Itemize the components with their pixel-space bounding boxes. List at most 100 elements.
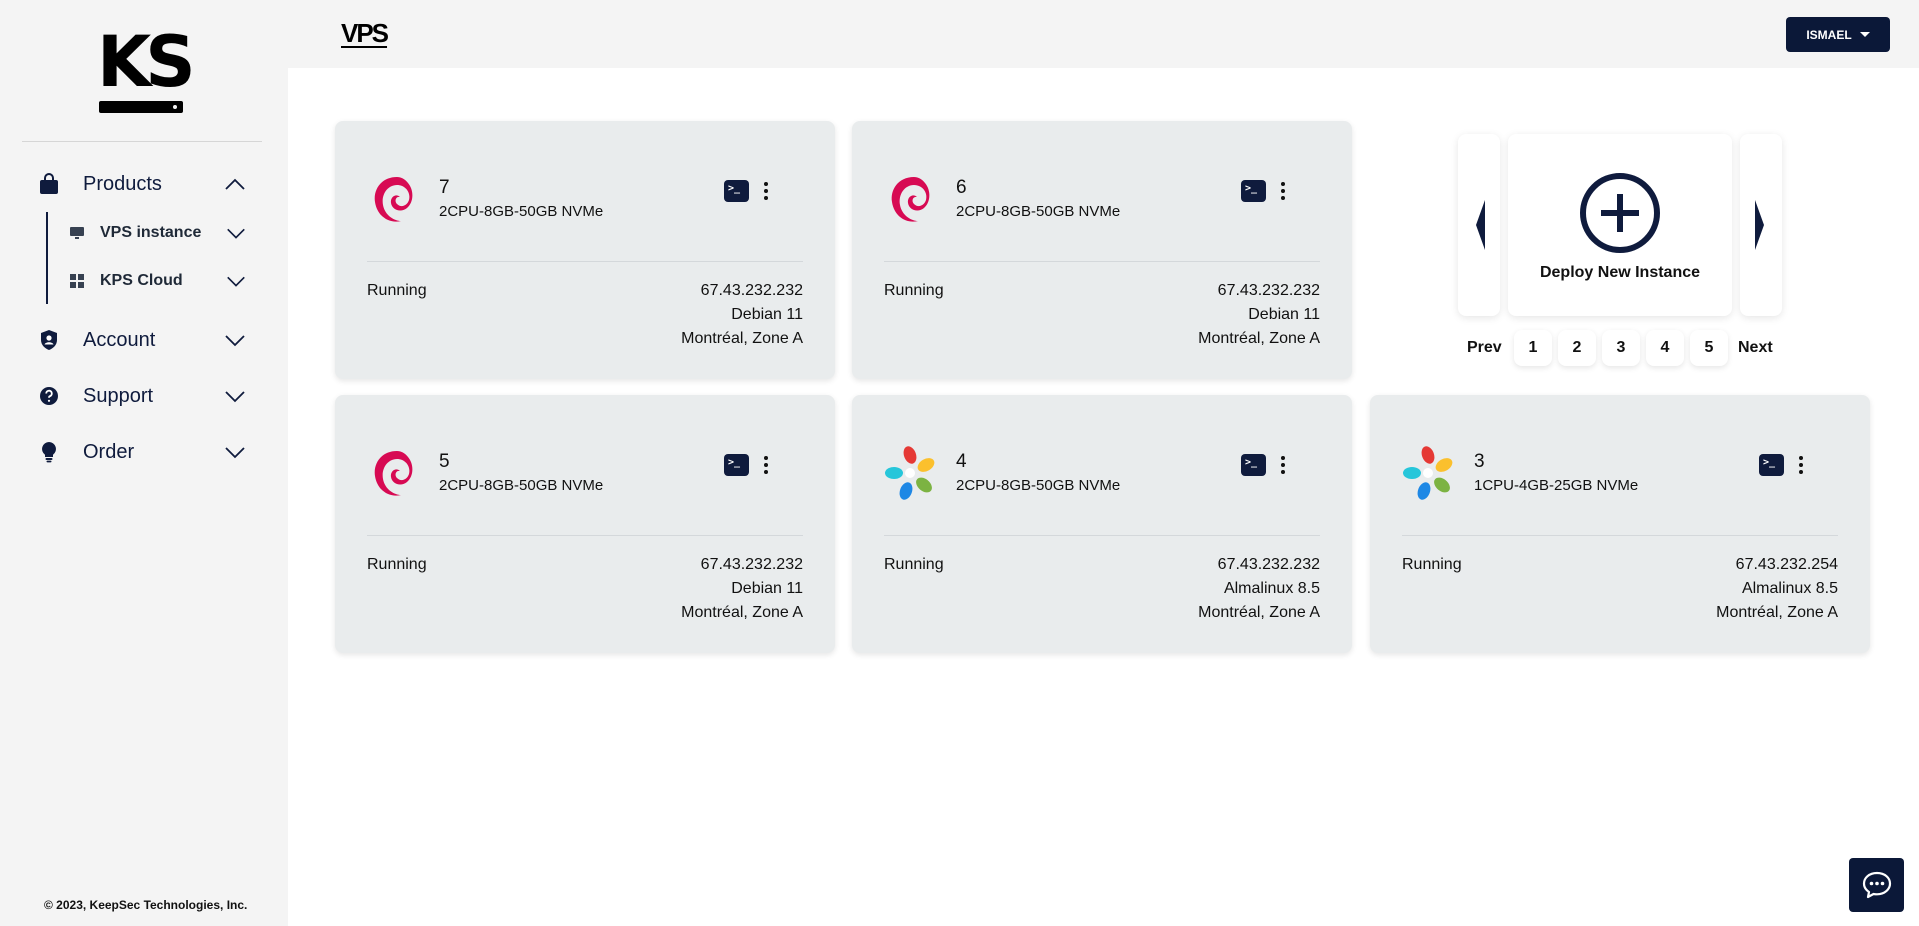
sidebar-item-support[interactable]: Support: [0, 376, 288, 416]
instance-id: 5: [439, 451, 450, 472]
sidebar-item-account[interactable]: Account: [0, 320, 288, 360]
instance-os: Debian 11: [1248, 306, 1320, 323]
instance-ip: 67.43.232.232: [700, 556, 803, 573]
submenu-line: [46, 212, 48, 304]
sidebar-item-order[interactable]: Order: [0, 432, 288, 472]
instance-location: Montréal, Zone A: [1716, 604, 1838, 621]
instance-plan: 2CPU-8GB-50GB NVMe: [439, 477, 604, 494]
carousel-next-button[interactable]: [1740, 134, 1782, 316]
caret-left-icon: [1476, 200, 1485, 250]
more-options-icon[interactable]: [754, 179, 778, 203]
chevron-down-icon[interactable]: [225, 270, 247, 292]
instance-id: 4: [956, 451, 967, 472]
pagination-next[interactable]: Next: [1738, 339, 1773, 357]
instance-status: Running: [367, 282, 427, 299]
instance-location: Montréal, Zone A: [1198, 604, 1320, 621]
chat-support-button[interactable]: [1849, 858, 1904, 912]
card-divider: [884, 261, 1320, 262]
caret-down-icon: [1859, 32, 1870, 37]
sidebar-item-label: Order: [83, 440, 135, 463]
almalinux-icon: [885, 445, 936, 501]
windows-grid-icon: [70, 274, 84, 288]
instance-card[interactable]: 7 2CPU-8GB-50GB NVMe >_ Running 67.43.23…: [335, 121, 835, 379]
instance-ip: 67.43.232.254: [1735, 556, 1838, 573]
almalinux-icon: [1403, 445, 1454, 501]
monitor-icon: [70, 227, 84, 239]
deploy-label: Deploy New Instance: [1539, 264, 1701, 281]
console-button[interactable]: >_: [724, 454, 749, 476]
deploy-new-instance-button[interactable]: Deploy New Instance: [1508, 134, 1732, 316]
top-header: VPS ISMAEL: [288, 0, 1919, 68]
sidebar: KS Products VPS instance KPS Cloud Accou…: [0, 0, 288, 926]
caret-right-icon: [1755, 200, 1764, 250]
sidebar-divider: [22, 141, 262, 142]
instance-id: 3: [1474, 451, 1485, 472]
page-button[interactable]: 4: [1646, 330, 1684, 366]
instance-card[interactable]: 3 1CPU-4GB-25GB NVMe >_ Running 67.43.23…: [1370, 395, 1870, 653]
sidebar-subitem-label: VPS instance: [100, 224, 202, 241]
instance-status: Running: [1402, 556, 1462, 573]
instance-plan: 2CPU-8GB-50GB NVMe: [439, 203, 604, 220]
chevron-down-icon[interactable]: [223, 328, 247, 352]
instance-plan: 2CPU-8GB-50GB NVMe: [956, 203, 1121, 220]
card-divider: [1402, 535, 1838, 536]
terminal-icon: >_: [728, 457, 741, 468]
sidebar-subitem-label: KPS Cloud: [100, 272, 183, 289]
instance-os: Debian 11: [731, 306, 803, 323]
sidebar-item-label: Products: [83, 172, 162, 195]
instance-card[interactable]: 4 2CPU-8GB-50GB NVMe >_ Running 67.43.23…: [852, 395, 1352, 653]
instance-card[interactable]: 6 2CPU-8GB-50GB NVMe >_ Running 67.43.23…: [852, 121, 1352, 379]
more-options-icon[interactable]: [1789, 453, 1813, 477]
terminal-icon: >_: [1245, 457, 1258, 468]
instance-ip: 67.43.232.232: [1217, 282, 1320, 299]
user-name: ISMAEL: [1806, 27, 1852, 42]
debian-icon: [891, 177, 930, 222]
more-options-icon[interactable]: [1271, 179, 1295, 203]
carousel-prev-button[interactable]: [1458, 134, 1500, 316]
page-button[interactable]: 5: [1690, 330, 1728, 366]
help-circle-icon: [38, 385, 60, 407]
instance-plan: 2CPU-8GB-50GB NVMe: [956, 477, 1121, 494]
pagination-prev[interactable]: Prev: [1467, 339, 1502, 357]
card-divider: [884, 535, 1320, 536]
console-button[interactable]: >_: [1241, 454, 1266, 476]
instance-ip: 67.43.232.232: [700, 282, 803, 299]
logo-text: KS: [97, 21, 196, 103]
instance-card[interactable]: 5 2CPU-8GB-50GB NVMe >_ Running 67.43.23…: [335, 395, 835, 653]
instance-os: Debian 11: [731, 580, 803, 597]
card-divider: [367, 261, 803, 262]
instance-os: Almalinux 8.5: [1741, 580, 1838, 597]
company-logo[interactable]: KS: [97, 21, 196, 118]
terminal-icon: >_: [728, 183, 741, 194]
instance-location: Montréal, Zone A: [681, 330, 803, 347]
instance-status: Running: [884, 556, 944, 573]
sidebar-item-label: Support: [83, 384, 154, 407]
more-options-icon[interactable]: [1271, 453, 1295, 477]
lightbulb-icon: [38, 441, 60, 463]
page-button[interactable]: 2: [1558, 330, 1596, 366]
page-button[interactable]: 3: [1602, 330, 1640, 366]
instance-location: Montréal, Zone A: [1198, 330, 1320, 347]
page-title: VPS: [341, 18, 389, 48]
copyright-text: © 2023, KeepSec Technologies, Inc.: [44, 898, 248, 912]
debian-icon: [374, 451, 413, 496]
instance-status: Running: [367, 556, 427, 573]
console-button[interactable]: >_: [1241, 180, 1266, 202]
chevron-down-icon[interactable]: [225, 222, 247, 244]
chevron-down-icon[interactable]: [223, 384, 247, 408]
instance-id: 7: [439, 177, 450, 198]
user-menu-button[interactable]: ISMAEL: [1786, 17, 1890, 52]
shopping-bag-icon: [38, 173, 60, 195]
console-button[interactable]: >_: [724, 180, 749, 202]
sidebar-subitem-vps-instance[interactable]: VPS instance: [60, 217, 260, 249]
console-button[interactable]: >_: [1759, 454, 1784, 476]
instance-plan: 1CPU-4GB-25GB NVMe: [1474, 477, 1639, 494]
sidebar-item-products[interactable]: Products: [0, 164, 288, 204]
card-divider: [367, 535, 803, 536]
chevron-up-icon[interactable]: [223, 172, 247, 196]
more-options-icon[interactable]: [754, 453, 778, 477]
sidebar-subitem-kps-cloud[interactable]: KPS Cloud: [60, 265, 260, 297]
chevron-down-icon[interactable]: [223, 440, 247, 464]
page-button[interactable]: 1: [1514, 330, 1552, 366]
instance-id: 6: [956, 177, 967, 198]
